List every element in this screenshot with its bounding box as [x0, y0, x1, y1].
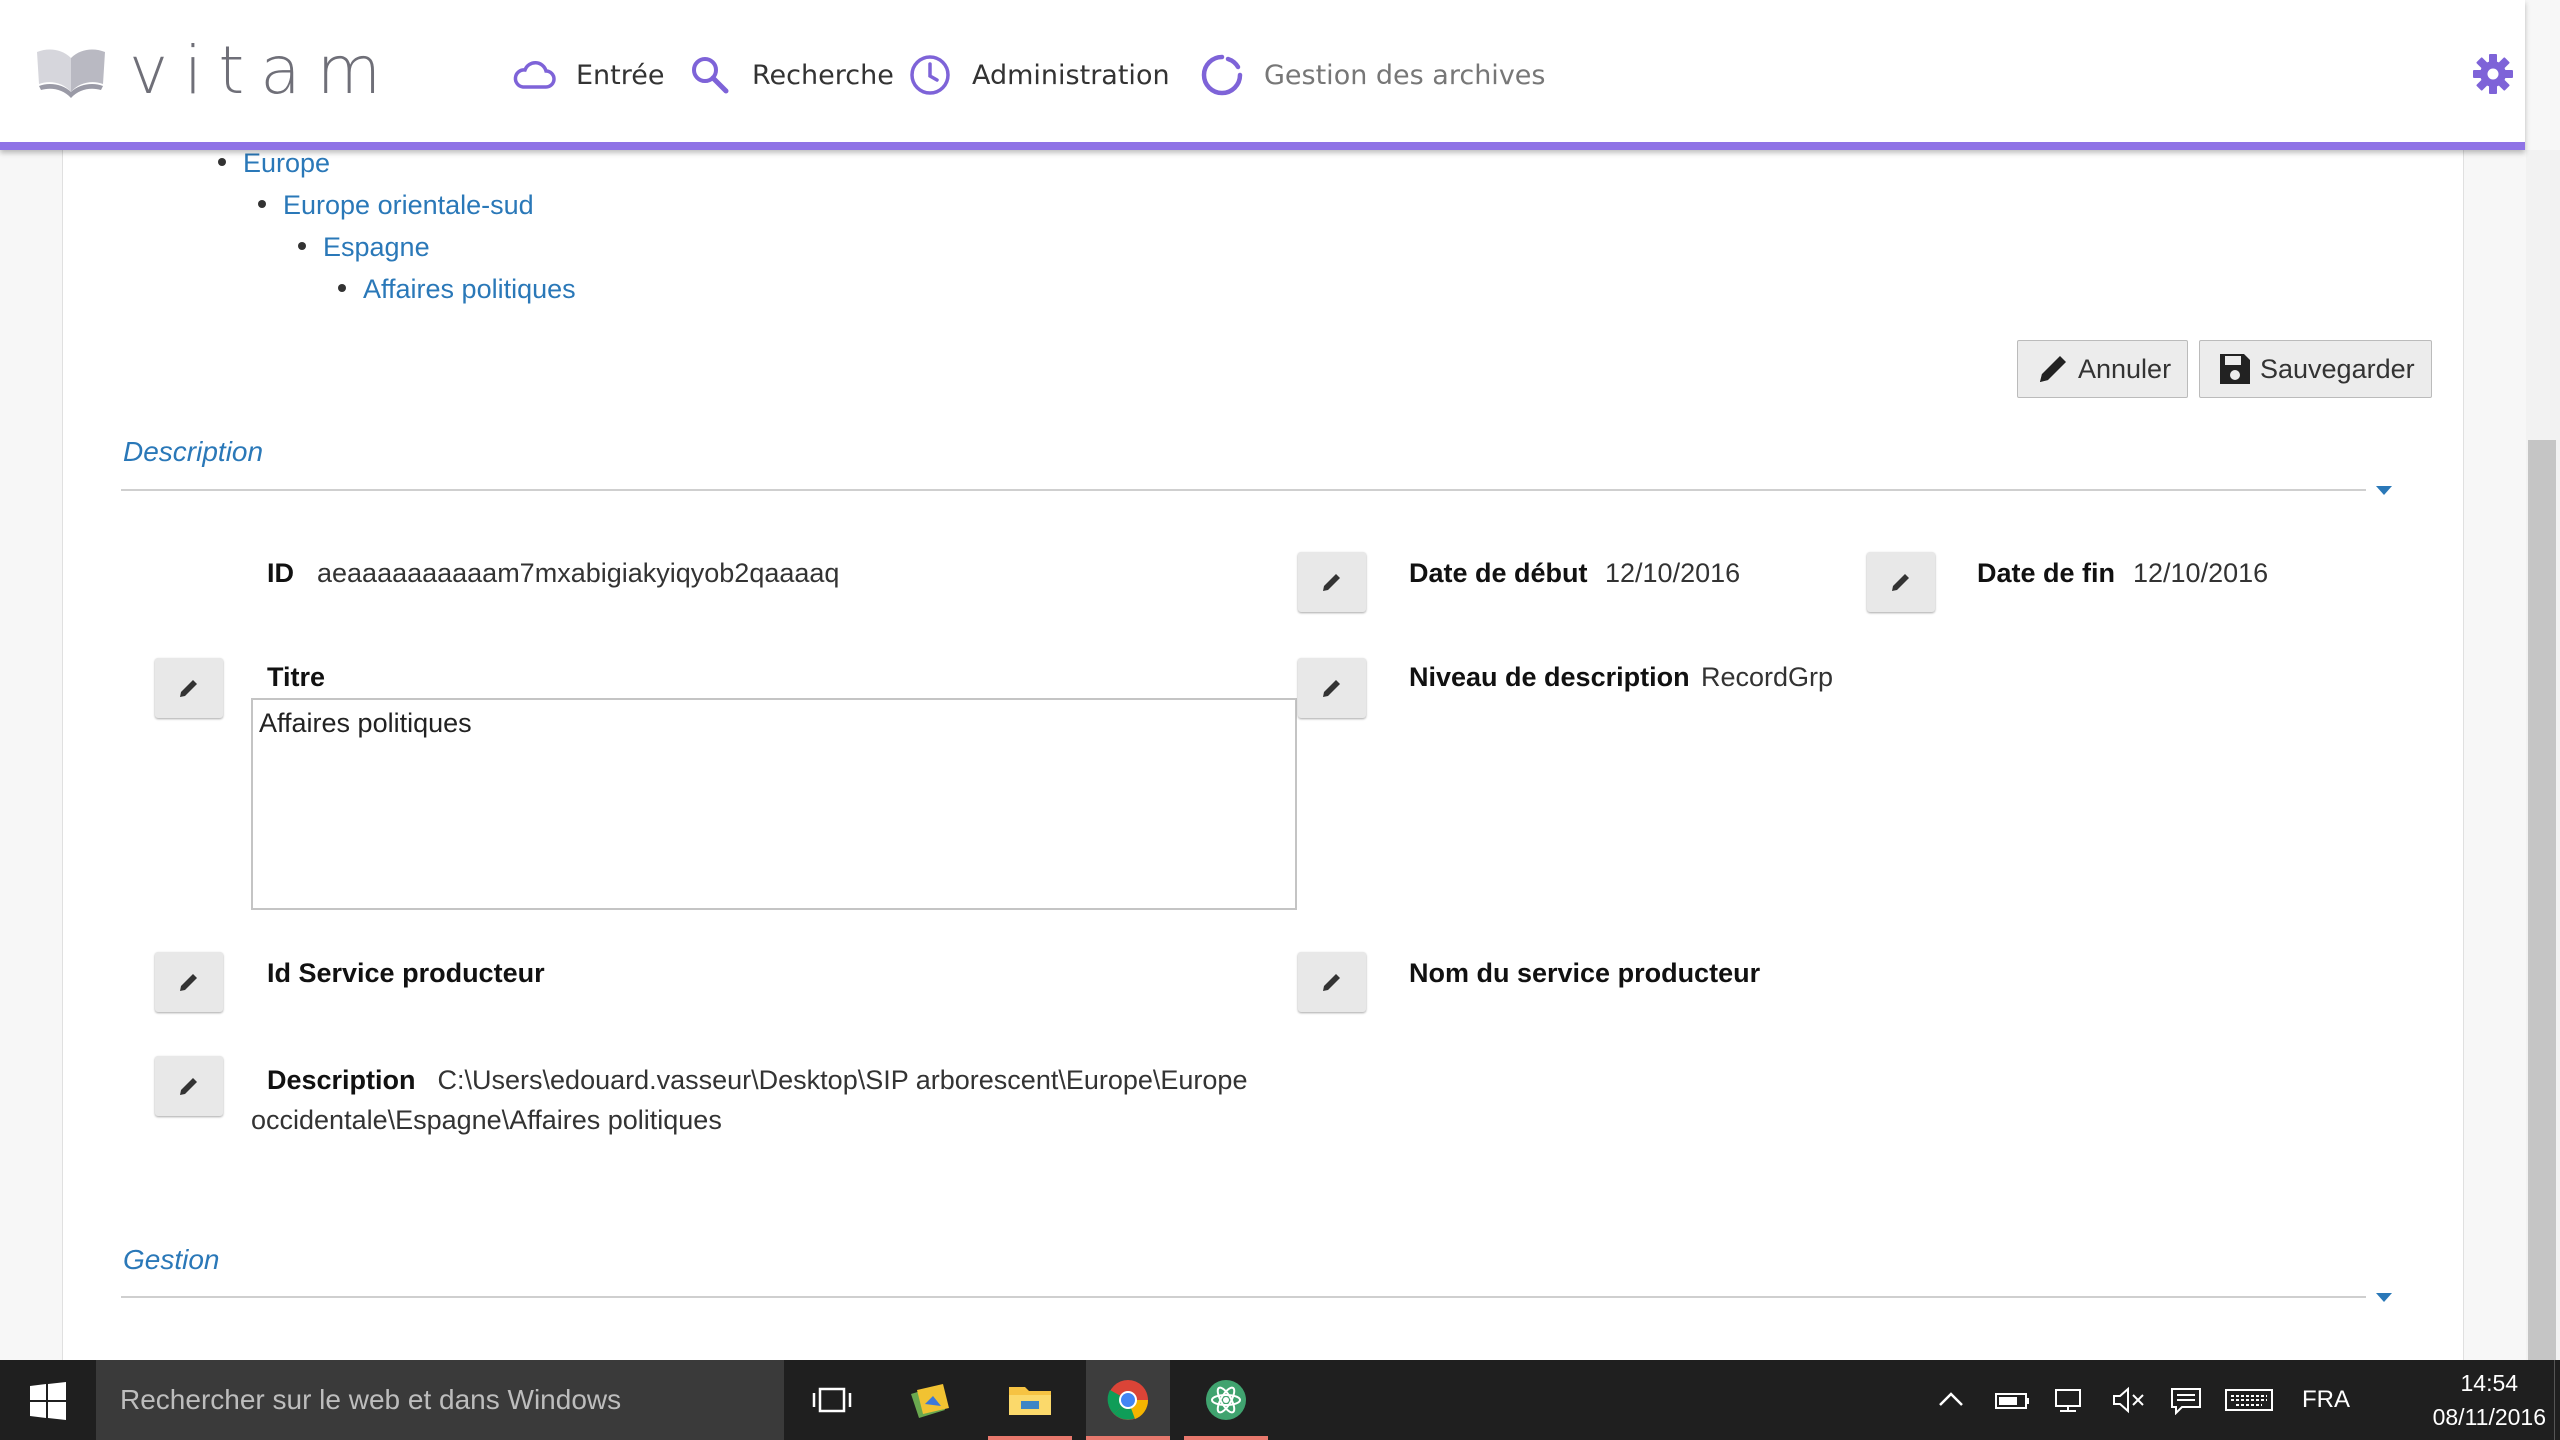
tree-item-affaires-politiques[interactable]: Affaires politiques: [338, 274, 576, 305]
description-label: Description: [267, 1065, 416, 1095]
clock-time: 14:54: [2460, 1370, 2519, 1396]
chevron-up-icon[interactable]: [1934, 1385, 1968, 1415]
bullet: [298, 241, 306, 250]
task-view-icon: [812, 1387, 852, 1413]
tree-item-europe[interactable]: Europe: [218, 148, 330, 179]
archive-unit-panel: Europe Europe orientale-sud Espagne Affa…: [62, 100, 2464, 1360]
tree-label: Espagne: [323, 232, 430, 262]
nav-administration-label: Administration: [972, 59, 1170, 91]
photos-icon: [911, 1384, 949, 1418]
id-value: aeaaaaaaaaaam7mxabigiakyiqyob2qaaaaq: [317, 558, 840, 588]
nav-entree-label: Entrée: [576, 59, 665, 91]
nav-entree[interactable]: Entrée: [510, 45, 665, 105]
edit-end-date-button[interactable]: [1867, 552, 1935, 612]
save-button[interactable]: Sauvegarder: [2199, 340, 2432, 398]
system-tray: FRA: [1934, 1360, 2350, 1440]
photos-app-button[interactable]: [888, 1360, 972, 1440]
book-icon: [37, 49, 105, 98]
bullet: [338, 283, 346, 292]
nav-gestion-archives-label: Gestion des archives: [1264, 59, 1546, 91]
edit-level-button[interactable]: [1298, 658, 1366, 718]
edit-producer-name-button[interactable]: [1298, 952, 1366, 1012]
bullet: [258, 199, 266, 208]
taskbar-clock[interactable]: 14:54 08/11/2016: [2433, 1366, 2546, 1434]
vitam-logo[interactable]: vitam: [35, 30, 397, 110]
level-label: Niveau de description: [1409, 662, 1690, 692]
pencil-icon: [1892, 574, 1909, 591]
chevron-down-icon[interactable]: [2376, 486, 2392, 495]
end-date-label: Date de fin: [1977, 558, 2116, 588]
pencil-icon: [1323, 974, 1340, 991]
pencil-icon: [180, 1078, 197, 1095]
edit-start-date-button[interactable]: [1298, 552, 1366, 612]
volume-muted-icon[interactable]: [2106, 1385, 2150, 1415]
logo-text: vitam: [129, 31, 398, 109]
cancel-button[interactable]: Annuler: [2017, 340, 2189, 398]
start-date-value: 12/10/2016: [1605, 558, 1741, 588]
spinner-icon: [1201, 54, 1243, 96]
divider: [121, 1296, 2366, 1298]
battery-icon[interactable]: [1990, 1385, 2034, 1415]
atom-icon: [1206, 1380, 1246, 1420]
tree-label: Affaires politiques: [363, 274, 576, 304]
tree-item-europe-orientale-sud[interactable]: Europe orientale-sud: [258, 190, 534, 221]
tree-label: Europe orientale-sud: [283, 190, 534, 220]
keyboard-icon[interactable]: [2222, 1385, 2276, 1415]
file-explorer-icon: [1009, 1387, 1051, 1415]
producer-id-label: Id Service producteur: [267, 958, 545, 988]
chevron-down-icon[interactable]: [2376, 1293, 2392, 1302]
nav-recherche-label: Recherche: [752, 59, 894, 91]
floppy-disk-icon: [2220, 354, 2250, 384]
tree-item-espagne[interactable]: Espagne: [298, 232, 430, 263]
search-icon: [692, 57, 729, 94]
clock-icon: [910, 55, 950, 95]
tree-label: Europe: [243, 148, 331, 178]
producer-name-label: Nom du service producteur: [1409, 958, 1761, 988]
file-explorer-button[interactable]: [988, 1360, 1072, 1440]
cancel-button-label: Annuler: [2078, 353, 2172, 384]
language-indicator[interactable]: FRA: [2302, 1386, 2350, 1414]
edit-description-button[interactable]: [155, 1056, 223, 1116]
title-label: Titre: [267, 662, 326, 692]
edit-producer-id-button[interactable]: [155, 952, 223, 1012]
start-date-label: Date de début: [1409, 558, 1588, 588]
edit-title-button[interactable]: [155, 658, 223, 718]
windows-taskbar: Rechercher sur le web et dans Windows FR…: [0, 1360, 2560, 1440]
nav-recherche[interactable]: Recherche: [686, 45, 894, 105]
pencil-icon: [1323, 574, 1340, 591]
id-label: ID: [267, 558, 294, 588]
bullet: [218, 157, 226, 166]
level-value: RecordGrp: [1701, 662, 1834, 692]
nav-gestion-archives[interactable]: Gestion des archives: [1198, 45, 1545, 105]
app-header: vitam Entrée Recherche Administration Ge…: [0, 0, 2525, 150]
task-view-button[interactable]: [790, 1360, 874, 1440]
chrome-icon: [1107, 1380, 1149, 1420]
pencil-icon: [180, 974, 197, 991]
pencil-icon: [1323, 680, 1340, 697]
show-desktop-button[interactable]: [2554, 1360, 2560, 1440]
title-textarea[interactable]: [251, 698, 1297, 910]
chrome-app-button[interactable]: [1086, 1360, 1170, 1440]
divider: [121, 489, 2366, 491]
end-date-value: 12/10/2016: [2133, 558, 2269, 588]
vertical-scrollbar[interactable]: [2526, 150, 2560, 1370]
section-title-description[interactable]: Description: [123, 436, 263, 468]
clock-date: 08/11/2016: [2432, 1404, 2546, 1430]
network-icon[interactable]: [2048, 1385, 2092, 1415]
action-center-icon[interactable]: [2164, 1385, 2208, 1415]
nav-administration[interactable]: Administration: [906, 45, 1170, 105]
taskbar-search-input[interactable]: Rechercher sur le web et dans Windows: [96, 1360, 784, 1440]
pencil-icon: [2040, 356, 2066, 382]
cloud-icon: [513, 61, 556, 89]
save-button-label: Sauvegarder: [2260, 353, 2415, 384]
windows-start-icon[interactable]: [20, 1380, 74, 1422]
gear-icon[interactable]: [2471, 52, 2515, 96]
section-title-gestion[interactable]: Gestion: [123, 1244, 220, 1276]
description-field: Description C:\Users\edouard.vasseur\Desk…: [251, 1060, 1251, 1140]
scrollbar-thumb[interactable]: [2528, 440, 2556, 1370]
pencil-icon: [180, 680, 197, 697]
atom-app-button[interactable]: [1184, 1360, 1268, 1440]
